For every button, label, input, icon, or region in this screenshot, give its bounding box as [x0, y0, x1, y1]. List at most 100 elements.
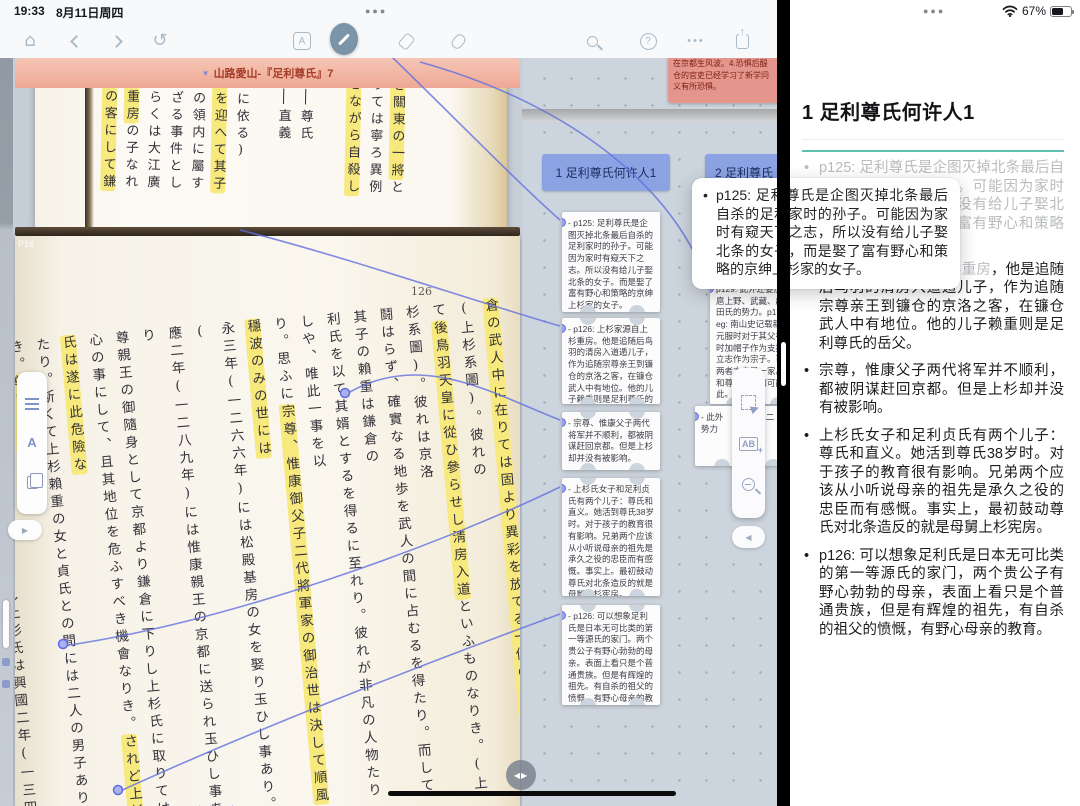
note-text: - p126: 可以想象足利氏是日本无可比类的第一等源氏的家门。两个贵公子有野心… [568, 611, 654, 705]
card-notch [579, 397, 596, 404]
link-anchor-dot[interactable] [562, 418, 566, 427]
battery-icon [1050, 5, 1074, 17]
outline-list-icon[interactable] [25, 397, 39, 410]
outline-bullet[interactable]: p126: 可以想象足利氏是日本无可比类的第一等源氏的家门，两个贵公子有野心勃勃… [802, 547, 1064, 640]
book-column: 女を迎へて其子 [205, 74, 230, 222]
text-style-icon[interactable]: A [27, 435, 36, 450]
mindmap-note-card[interactable]: - p126: 上杉家源自上杉重房。他是追随后鸟羽的清房入道遁儿子，作为追随宗尊… [562, 318, 660, 404]
book-column: 傑の領内に屬す [183, 74, 208, 222]
split-divider[interactable] [777, 0, 790, 806]
document-tab-header[interactable]: ▼ 山路愛山-『足利尊氏』7 [15, 58, 520, 88]
home-icon[interactable]: ⌂ [16, 27, 44, 55]
divider-scroll-pill[interactable] [781, 342, 786, 386]
toolbar-collapse-icon[interactable]: ◀ [732, 526, 765, 548]
lasso-select-icon[interactable] [741, 395, 756, 410]
highlight-span[interactable]: 女を迎へて其子 [210, 74, 228, 194]
book-column: き關東の一將と [383, 77, 408, 226]
zoom-out-icon[interactable] [742, 478, 755, 491]
popup-text: p125: 足利尊氏是企图灭掉北条最后自杀的足利家时的孙子。可能因为家时有窥天下… [716, 187, 948, 277]
outline-bullet[interactable]: 宗尊，惟康父子两代将军并不顺利，都被阴谋赶回京都。但是上杉却并没有被影响。 [802, 362, 1064, 418]
book-column: きながら自殺し [339, 76, 364, 225]
book-column: 杉重房の子なれ [117, 72, 142, 220]
text-span: と [388, 179, 404, 198]
card-notch [765, 459, 777, 466]
bottom-scroll-bar[interactable] [388, 791, 676, 796]
note-text: - p125: 足利尊氏是企图灭掉北条最后自杀的足利家时的孙子。可能因为家时有窥… [568, 218, 654, 311]
topic-label: 1 足利尊氏何许人1 [555, 166, 657, 180]
more-icon[interactable]: ••• [682, 27, 710, 55]
mindmap-note-card[interactable]: - p125: 足利尊氏是企图灭掉北条最后自杀的足利家时的孙子。可能因为家时有窥… [562, 212, 660, 312]
link-anchor-dot[interactable] [562, 484, 566, 493]
document-edge-strip[interactable] [0, 58, 13, 806]
highlight-span[interactable]: 洛の客にして鎌 [100, 71, 118, 192]
book-page-bottom: 126 倉の武人中に在りては固より異彩を放てる一個の人物なりき。(上杉系圖)。彼… [15, 235, 520, 806]
card-notch [628, 305, 645, 312]
book-column: │尊氏 [291, 90, 316, 224]
highlighter-icon[interactable] [392, 27, 420, 55]
edge-marker [2, 658, 10, 666]
split-resize-handle[interactable]: ◀▶ [506, 760, 536, 790]
bullet-text: 宗尊，惟康父子两代将军并不顺利，都被阴谋赶回京都。但是上杉却并没有被影响。 [819, 363, 1064, 416]
status-date: 8月11日周四 [56, 6, 124, 20]
book-text-top: き關東の一將と りては寧ろ異例 きながら自殺し │尊氏 │直義 等に依る) 女を迎へて其子傑… [95, 71, 408, 226]
card-notch [713, 459, 730, 466]
text-span: の子なれ [122, 123, 139, 192]
help-icon[interactable]: ? [634, 27, 662, 55]
book-column: 洛の客にして鎌 [95, 71, 120, 220]
text-span: りては寧ろ異例 [366, 77, 384, 197]
forward-icon[interactable] [102, 27, 130, 55]
right-split-window: ●●● 67% 1 足利尊氏何许人1 p125: 足利尊氏是企图灭掉北条最后自杀… [790, 0, 1080, 806]
link-anchor-dot[interactable] [695, 412, 699, 421]
document-pane: き關東の一將と りては寧ろ異例 きながら自殺し │尊氏 │直義 等に依る) 女を迎へて其子傑… [0, 58, 522, 806]
text-box-icon[interactable]: A [288, 27, 316, 55]
note-preview-popup[interactable]: p125: 足利尊氏是企图灭掉北条最后自杀的足利家时的孙子。可能因为家时有窥天下… [692, 178, 960, 289]
duplicate-page-icon[interactable] [26, 472, 43, 489]
battery-percent: 67% [1021, 4, 1046, 18]
page-number: 126 [411, 285, 432, 298]
wifi-icon [1002, 5, 1018, 17]
undo-icon[interactable]: ↺ [146, 27, 174, 55]
mindmap-note-card[interactable]: - 上杉氏女子和足利贞氏有两个儿子：尊氏和直义。她活到尊氏38岁时。对于孩子的教… [562, 478, 660, 596]
add-text-icon[interactable]: AB [739, 437, 763, 455]
collapse-arrow-icon[interactable]: ▼ [202, 69, 210, 78]
multitask-dots-right-icon[interactable]: ●●● [923, 6, 945, 16]
note-text: - 上杉氏女子和足利贞氏有两个儿子：尊氏和直义。她活到尊氏38岁时。对于孩子的教… [568, 484, 654, 596]
highlight-span[interactable]: き關東の一將 [388, 77, 406, 181]
book-column: 恐らくは大江廣 [139, 73, 164, 221]
left-split-window: 19:33 8月11日周四 ●●● ⌂ ↺ A ? ••• き關東の一將とりては… [0, 0, 777, 806]
link-anchor-dot[interactable] [562, 611, 566, 620]
book-column: らざる事件とし [161, 73, 186, 221]
annotation-mini-toolbar: A [17, 372, 47, 514]
outline-title: 1 足利尊氏何许人1 [802, 102, 975, 124]
highlight-span[interactable]: きながら自殺し [344, 76, 362, 197]
multitask-dots-left-icon[interactable]: ●●● [365, 6, 387, 16]
back-icon[interactable] [62, 27, 90, 55]
card-notch [628, 397, 645, 404]
text-span: │尊氏 [297, 89, 314, 144]
mindmap-pane[interactable]: 在京都生风波。4.恐惧后醍 仓的官吏已经学习了新学问 义有所恐惧。 1 足利尊氏… [522, 58, 777, 806]
link-anchor-dot[interactable] [562, 324, 566, 333]
status-time: 19:33 [14, 4, 45, 18]
bullet-text: p126: 可以想象足利氏是日本无可比类的第一等源氏的家门，两个贵公子有野心勃勃… [819, 547, 1064, 638]
sidebar-expand-handle[interactable]: ▶ [8, 520, 42, 540]
page-label: P16 [18, 239, 35, 249]
pen-tool-icon[interactable] [330, 23, 358, 55]
highlight-span[interactable]: 倉の武人中に在りては固より異彩を放てる一個の人物なりき。 [481, 297, 520, 787]
text-span: て [428, 302, 446, 321]
mindmap-note-card[interactable]: - p126: 可以想象足利氏是日本无可比类的第一等源氏的家门。两个贵公子有野心… [562, 605, 660, 705]
search-icon[interactable] [578, 27, 606, 55]
mindmap-pink-note[interactable]: 在京都生风波。4.恐惧后醍 仓的官吏已经学习了新学问 义有所恐惧。 [668, 58, 777, 103]
book-column: りては寧ろ異例 [361, 77, 386, 225]
mindmap-section-bar [522, 109, 777, 122]
title-divider [802, 139, 1064, 140]
bullet-text: 上杉氏女子和足利贞氏有两个儿子：尊氏和直义。她活到尊氏38岁时。对于孩子的教育很… [819, 427, 1064, 537]
mindmap-note-card[interactable]: - 宗尊、惟康父子两代将军并不顺利，都被阴谋赶回京都。但是上杉却并没有被影响。 [562, 412, 660, 470]
mindmap-topic-1[interactable]: 1 足利尊氏何许人1 [542, 154, 670, 191]
edge-marker [2, 680, 10, 688]
outline-bullet[interactable]: 上杉氏女子和足利贞氏有两个儿子：尊氏和直义。她活到尊氏38岁时。对于孩子的教育很… [802, 427, 1064, 538]
eraser-icon[interactable] [444, 27, 472, 55]
card-notch [579, 463, 596, 470]
share-icon[interactable] [728, 25, 756, 55]
link-anchor-dot[interactable] [562, 218, 566, 227]
doc-scroll-indicator[interactable] [3, 600, 9, 648]
